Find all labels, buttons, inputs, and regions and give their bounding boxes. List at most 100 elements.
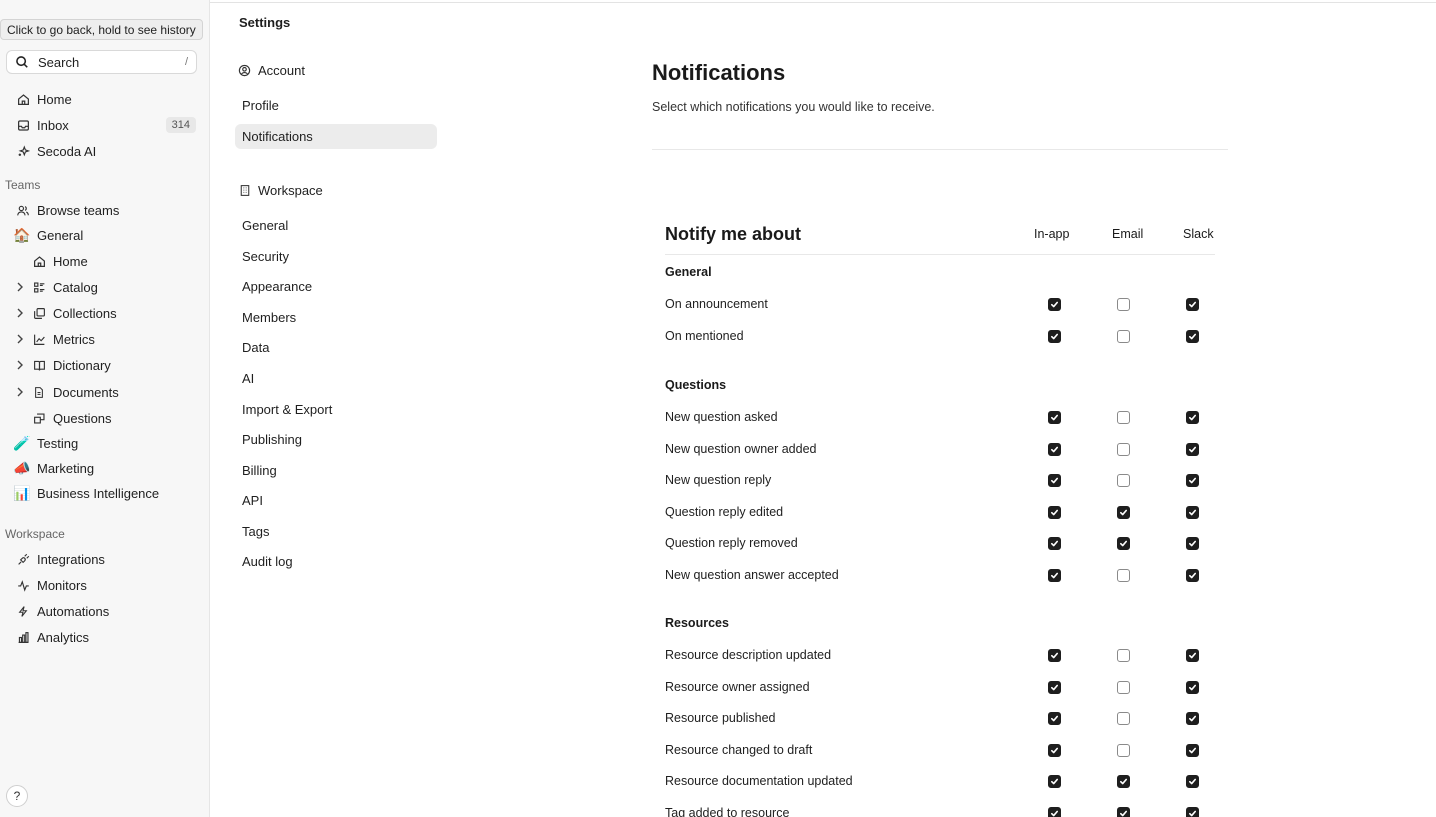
email-checkbox[interactable] <box>1117 474 1130 488</box>
nav-inbox[interactable]: Inbox 314 <box>0 113 210 137</box>
settings-item-publishing[interactable]: Publishing <box>235 427 437 452</box>
inapp-checkbox[interactable] <box>1048 649 1061 662</box>
email-checkbox[interactable] <box>1117 569 1130 582</box>
email-checkbox[interactable] <box>1117 442 1130 456</box>
table-row-label: Resource published <box>665 711 776 726</box>
inapp-checkbox[interactable] <box>1048 775 1061 789</box>
inapp-checkbox[interactable] <box>1048 329 1061 343</box>
slack-checkbox[interactable] <box>1186 505 1199 519</box>
nav-questions[interactable]: Questions <box>0 406 210 430</box>
settings-item-audit-log[interactable]: Audit log <box>235 549 437 574</box>
email-checkbox[interactable] <box>1117 329 1130 343</box>
slack-checkbox[interactable] <box>1186 712 1199 726</box>
nav-collections[interactable]: Collections <box>0 301 210 325</box>
settings-item-appearance[interactable]: Appearance <box>235 274 437 299</box>
nav-team-marketing[interactable]: 📣 Marketing <box>0 456 210 480</box>
workspace-section-label: Workspace <box>5 527 65 541</box>
table-row-label: Tag added to resource <box>665 806 790 817</box>
slack-checkbox[interactable] <box>1186 807 1199 817</box>
settings-item-import-export[interactable]: Import & Export <box>235 397 437 422</box>
table-header-divider <box>665 254 1215 255</box>
email-checkbox[interactable] <box>1117 298 1130 311</box>
nav-browse-teams[interactable]: Browse teams <box>0 198 210 222</box>
email-checkbox[interactable] <box>1117 649 1130 662</box>
nav-monitors-label: Monitors <box>37 577 87 593</box>
table-row-label: New question reply <box>665 473 772 488</box>
book-icon <box>32 358 46 372</box>
collections-icon <box>32 306 46 320</box>
settings-item-security[interactable]: Security <box>235 244 437 269</box>
nav-dictionary[interactable]: Dictionary <box>0 353 210 377</box>
search-icon <box>16 56 28 68</box>
inapp-checkbox[interactable] <box>1048 743 1061 757</box>
analytics-icon <box>16 630 30 644</box>
inapp-checkbox[interactable] <box>1048 411 1061 424</box>
nav-monitors[interactable]: Monitors <box>0 573 210 597</box>
slack-checkbox[interactable] <box>1186 411 1199 424</box>
inapp-checkbox[interactable] <box>1048 505 1061 519</box>
nav-catalog[interactable]: Catalog <box>0 275 210 299</box>
settings-item-notifications[interactable]: Notifications <box>235 124 437 149</box>
settings-item-general[interactable]: General <box>235 213 437 238</box>
section-heading: Resources <box>665 616 729 630</box>
nav-documents-label: Documents <box>53 384 119 400</box>
slack-checkbox[interactable] <box>1186 569 1199 582</box>
slack-checkbox[interactable] <box>1186 537 1199 551</box>
chevron-right-icon[interactable] <box>15 360 25 370</box>
table-title: Notify me about <box>665 224 802 244</box>
slack-checkbox[interactable] <box>1186 775 1199 789</box>
nav-integrations[interactable]: Integrations <box>0 547 210 571</box>
settings-item-tags[interactable]: Tags <box>235 519 437 544</box>
chevron-right-icon[interactable] <box>15 334 25 344</box>
slack-checkbox[interactable] <box>1186 298 1199 311</box>
nav-general-home[interactable]: Home <box>0 249 210 273</box>
slack-checkbox[interactable] <box>1186 329 1199 343</box>
chevron-right-icon[interactable] <box>15 387 25 397</box>
email-checkbox[interactable] <box>1117 411 1130 424</box>
email-checkbox[interactable] <box>1117 712 1130 726</box>
chevron-right-icon[interactable] <box>15 308 25 318</box>
nav-analytics[interactable]: Analytics <box>0 625 210 649</box>
nav-team-testing[interactable]: 🧪 Testing <box>0 431 210 455</box>
email-checkbox[interactable] <box>1117 743 1130 757</box>
inapp-checkbox[interactable] <box>1048 298 1061 311</box>
inapp-checkbox[interactable] <box>1048 569 1061 582</box>
settings-item-members[interactable]: Members <box>235 305 437 330</box>
email-checkbox[interactable] <box>1117 537 1130 551</box>
chevron-right-icon[interactable] <box>15 282 25 292</box>
nav-home[interactable]: Home <box>0 87 210 111</box>
table-row-label: Question reply edited <box>665 504 784 519</box>
settings-item-ai[interactable]: AI <box>235 366 437 391</box>
settings-item-data[interactable]: Data <box>235 335 437 360</box>
nav-team-general[interactable]: 🏠 General <box>0 223 210 247</box>
inapp-checkbox[interactable] <box>1048 537 1061 551</box>
settings-item-profile[interactable]: Profile <box>235 93 437 118</box>
email-checkbox[interactable] <box>1117 807 1130 817</box>
settings-item-api[interactable]: API <box>235 488 437 513</box>
nav-documents[interactable]: Documents <box>0 380 210 404</box>
nav-team-bi[interactable]: 📊 Business Intelligence <box>0 481 210 505</box>
inapp-checkbox[interactable] <box>1048 712 1061 726</box>
email-checkbox[interactable] <box>1117 680 1130 694</box>
search-input[interactable]: Search / <box>6 50 197 74</box>
table-row-label: Resource description updated <box>665 648 832 662</box>
help-button[interactable]: ? <box>6 785 28 807</box>
email-checkbox[interactable] <box>1117 505 1130 519</box>
users-icon <box>16 203 30 217</box>
slack-checkbox[interactable] <box>1186 442 1199 456</box>
inapp-checkbox[interactable] <box>1048 474 1061 488</box>
nav-automations[interactable]: Automations <box>0 599 210 623</box>
chart-line-icon <box>32 332 46 346</box>
slack-checkbox[interactable] <box>1186 680 1199 694</box>
slack-checkbox[interactable] <box>1186 474 1199 488</box>
nav-metrics[interactable]: Metrics <box>0 327 210 351</box>
inapp-checkbox[interactable] <box>1048 807 1061 817</box>
email-checkbox[interactable] <box>1117 775 1130 789</box>
slack-checkbox[interactable] <box>1186 649 1199 662</box>
question-message-icon <box>32 411 46 425</box>
inapp-checkbox[interactable] <box>1048 442 1061 456</box>
slack-checkbox[interactable] <box>1186 743 1199 757</box>
nav-secoda-ai[interactable]: Secoda AI <box>0 139 210 163</box>
settings-item-billing[interactable]: Billing <box>235 458 437 483</box>
inapp-checkbox[interactable] <box>1048 680 1061 694</box>
